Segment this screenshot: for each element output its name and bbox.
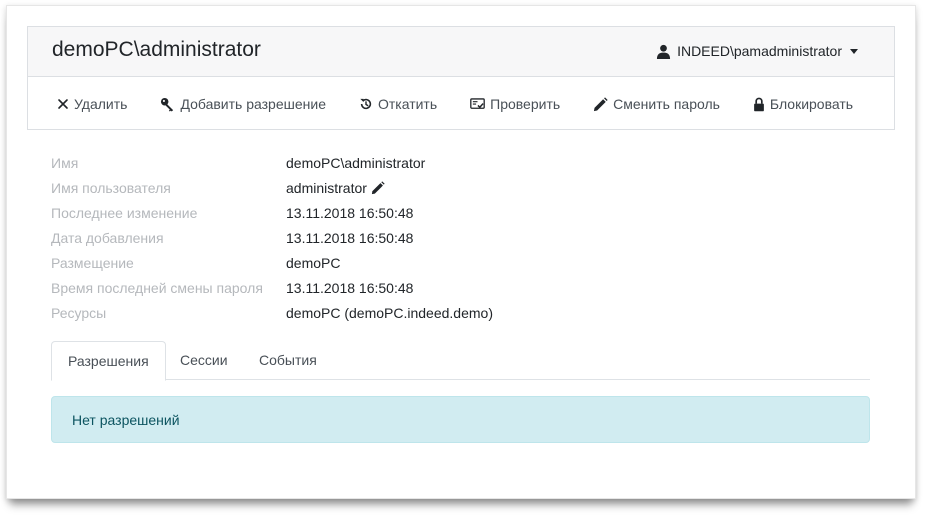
detail-row: Время последней смены пароля 13.11.2018 … <box>51 280 651 305</box>
user-menu[interactable]: INDEED\pamadministrator <box>656 43 858 59</box>
detail-row: Размещение demoPC <box>51 255 651 280</box>
detail-label: Дата добавления <box>51 230 164 246</box>
change-password-button[interactable]: Сменить пароль <box>593 96 720 112</box>
check-label: Проверить <box>490 96 561 112</box>
detail-value: demoPC\administrator <box>286 155 426 171</box>
detail-row: Дата добавления 13.11.2018 16:50:48 <box>51 230 651 255</box>
check-button[interactable]: Проверить <box>470 96 560 112</box>
detail-value: 13.11.2018 16:50:48 <box>286 230 414 246</box>
block-button[interactable]: Блокировать <box>753 96 853 112</box>
detail-label: Имя <box>51 155 79 171</box>
check-card-icon <box>470 97 485 109</box>
add-permission-button[interactable]: Добавить разрешение <box>160 96 326 112</box>
rollback-label: Откатить <box>377 96 438 112</box>
detail-row: Последнее изменение 13.11.2018 16:50:48 <box>51 205 651 230</box>
delete-button[interactable]: Удалить <box>57 96 127 112</box>
detail-value: administrator <box>286 180 367 196</box>
detail-label: Время последней смены пароля <box>51 280 263 296</box>
pencil-icon[interactable] <box>371 181 385 195</box>
delete-label: Удалить <box>74 96 128 112</box>
detail-row: Ресурсы demoPC (demoPC.indeed.demo) <box>51 305 651 330</box>
tab-sessions[interactable]: Сессии <box>180 341 228 379</box>
user-icon <box>657 44 671 59</box>
lock-icon <box>754 97 764 111</box>
rollback-button[interactable]: Откатить <box>359 96 437 112</box>
detail-label: Ресурсы <box>51 305 107 321</box>
account-card: demoPC\administrator INDEED\pamadministr… <box>27 26 895 130</box>
detail-label: Размещение <box>51 255 134 271</box>
no-permissions-alert: Нет разрешений <box>51 396 870 443</box>
detail-value: 13.11.2018 16:50:48 <box>286 205 414 221</box>
app-window: demoPC\administrator INDEED\pamadministr… <box>6 5 916 499</box>
detail-value: demoPC <box>286 255 341 271</box>
history-icon <box>360 98 372 110</box>
detail-label: Имя пользователя <box>51 180 171 196</box>
card-header: demoPC\administrator INDEED\pamadministr… <box>28 27 894 77</box>
toolbar: Удалить Добавить разрешение Откатить Про… <box>57 96 853 112</box>
alert-text: Нет разрешений <box>72 412 180 428</box>
detail-value: demoPC (demoPC.indeed.demo) <box>286 305 493 321</box>
pencil-icon <box>594 96 608 111</box>
key-icon <box>161 97 174 112</box>
tab-events[interactable]: События <box>259 341 317 379</box>
close-icon <box>58 99 68 109</box>
tab-bar: Разрешения Сессии События <box>51 341 870 381</box>
detail-label: Последнее изменение <box>51 205 198 221</box>
details-list: Имя demoPC\administrator Имя пользовател… <box>51 155 651 330</box>
change-password-label: Сменить пароль <box>613 96 720 112</box>
block-label: Блокировать <box>769 96 854 112</box>
page-title: demoPC\administrator <box>52 38 261 61</box>
chevron-down-icon <box>850 48 858 54</box>
detail-value: 13.11.2018 16:50:48 <box>286 280 414 296</box>
detail-row: Имя demoPC\administrator <box>51 155 651 180</box>
current-user-label: INDEED\pamadministrator <box>677 43 842 59</box>
detail-row: Имя пользователя administrator <box>51 180 651 205</box>
tab-permissions[interactable]: Разрешения <box>51 341 166 381</box>
add-permission-label: Добавить разрешение <box>180 96 326 112</box>
